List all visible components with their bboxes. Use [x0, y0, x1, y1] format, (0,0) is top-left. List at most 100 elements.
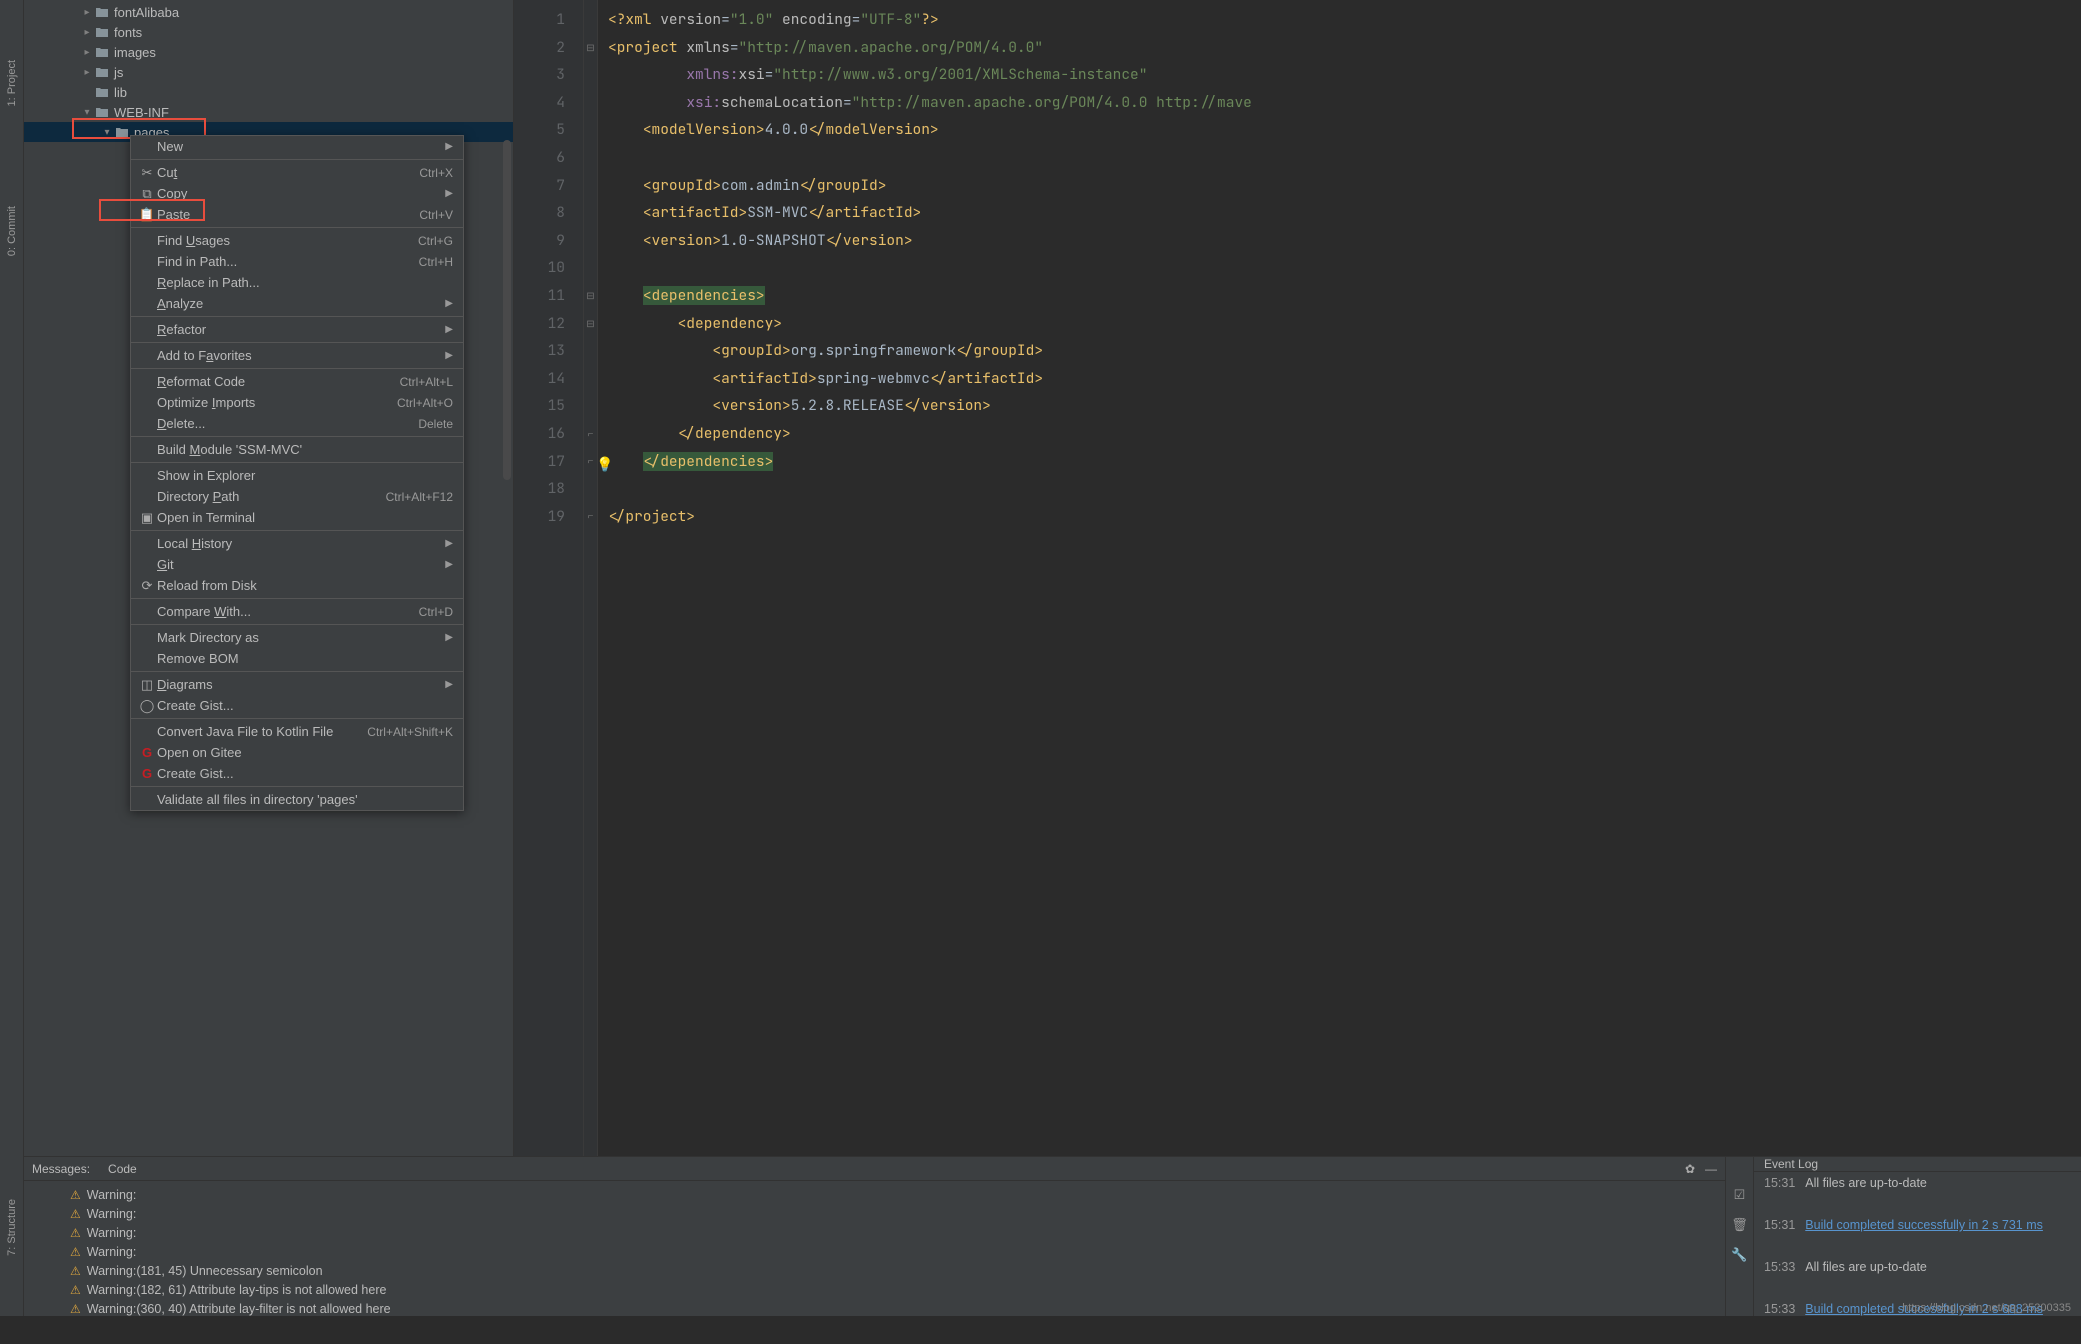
- chevron-icon[interactable]: ▸: [80, 27, 94, 38]
- warning-row[interactable]: ⚠Warning:: [24, 1204, 1725, 1223]
- code-area[interactable]: <?xml version="1.0" encoding="UTF-8"?><p…: [598, 0, 2081, 1291]
- ctx-label: Open on Gitee: [157, 745, 453, 760]
- ctx-label: Find Usages: [157, 233, 418, 248]
- ctx-cut[interactable]: ✂CutCtrl+X: [131, 162, 463, 183]
- ctx-paste[interactable]: 📋PasteCtrl+V: [131, 204, 463, 225]
- ctx-shortcut: Ctrl+G: [418, 234, 453, 248]
- ctx-label: Compare With...: [157, 604, 419, 619]
- rail-structure[interactable]: 7: Structure: [6, 1199, 18, 1256]
- warning-row[interactable]: ⚠Warning:: [24, 1223, 1725, 1242]
- warning-row[interactable]: ⚠Warning:(182, 61) Attribute lay-tips is…: [24, 1280, 1725, 1299]
- ctx-shortcut: Ctrl+Alt+F12: [386, 490, 453, 504]
- folder-icon: [94, 25, 110, 39]
- warning-icon: ⚠: [70, 1264, 81, 1278]
- ctx-open-in-terminal[interactable]: ▣Open in Terminal: [131, 507, 463, 528]
- check-icon[interactable]: ☑: [1734, 1187, 1746, 1203]
- minimize-icon[interactable]: —: [1705, 1162, 1717, 1176]
- messages-tab[interactable]: Code: [108, 1162, 137, 1176]
- tree-scrollbar[interactable]: [503, 140, 511, 480]
- ctx-find-in-path-[interactable]: Find in Path...Ctrl+H: [131, 251, 463, 272]
- tree-item-js[interactable]: ▸js: [24, 62, 513, 82]
- warning-text: Warning:: [87, 1207, 137, 1221]
- eventlog-time: 15:31: [1764, 1218, 1795, 1232]
- eventlog-link[interactable]: Build completed successfully in 2 s 731 …: [1805, 1218, 2043, 1232]
- fold-strip: ⊟⊟⊟⌐⌐⌐: [584, 0, 598, 1291]
- gear-icon[interactable]: ✿: [1685, 1162, 1695, 1176]
- warning-row[interactable]: ⚠Warning:: [24, 1185, 1725, 1204]
- ctx-build-module-ssm-mvc-[interactable]: Build Module 'SSM-MVC': [131, 439, 463, 460]
- ctx-create-gist-[interactable]: ◯Create Gist...: [131, 695, 463, 716]
- trash-icon[interactable]: 🗑: [1731, 1217, 1748, 1233]
- eventlog-text: All files are up-to-date: [1805, 1260, 1927, 1274]
- rail-commit[interactable]: 0: Commit: [6, 206, 18, 256]
- ctx-refactor[interactable]: Refactor▶: [131, 319, 463, 340]
- tree-item-fonts[interactable]: ▸ fonts: [24, 22, 513, 42]
- tree-item-fontAlibaba[interactable]: ▸ fontAlibaba: [24, 2, 513, 22]
- warning-icon: ⚠: [70, 1245, 81, 1259]
- ctx-reload-from-disk[interactable]: ⟳Reload from Disk: [131, 575, 463, 596]
- ctx-compare-with-[interactable]: Compare With...Ctrl+D: [131, 601, 463, 622]
- warning-row[interactable]: ⚠ Warning:: [24, 1242, 1725, 1261]
- paste-icon: 📋: [137, 207, 157, 223]
- ctx-optimize-imports[interactable]: Optimize ImportsCtrl+Alt+O: [131, 392, 463, 413]
- chevron-right-icon: ▶: [445, 188, 453, 199]
- ctx-label: Find in Path...: [157, 254, 419, 269]
- ctx-show-in-explorer[interactable]: Show in Explorer: [131, 465, 463, 486]
- chevron-icon[interactable]: ▸: [80, 67, 94, 78]
- ctx-convert-java-file-to-kotlin-file[interactable]: Convert Java File to Kotlin FileCtrl+Alt…: [131, 721, 463, 742]
- ctx-replace-in-path-[interactable]: Replace in Path...: [131, 272, 463, 293]
- chevron-right-icon: ▶: [445, 141, 453, 152]
- ctx-diagrams[interactable]: ◫Diagrams▶: [131, 674, 463, 695]
- line-gutter: 12345678910111213141516171819: [514, 0, 584, 1291]
- ctx-shortcut: Ctrl+H: [419, 255, 453, 269]
- folder-icon: [114, 125, 130, 139]
- warning-row[interactable]: ⚠Warning:(181, 45) Unnecessary semicolon: [24, 1261, 1725, 1280]
- ctx-local-history[interactable]: Local History▶: [131, 533, 463, 554]
- ctx-remove-bom[interactable]: Remove BOM: [131, 648, 463, 669]
- warning-row[interactable]: ⚠Warning:(360, 40) Attribute lay-filter …: [24, 1299, 1725, 1316]
- ctx-validate-all-files-in-directory-pages-[interactable]: Validate all files in directory 'pages': [131, 789, 463, 810]
- ctx-label: Paste: [157, 207, 419, 222]
- tree-label: fontAlibaba: [114, 5, 179, 20]
- warning-icon: ⚠: [70, 1302, 81, 1316]
- tool-rail: 1: Project 0: Commit 7: Structure: [0, 0, 24, 1316]
- chevron-icon[interactable]: ▸: [80, 47, 94, 58]
- ctx-mark-directory-as[interactable]: Mark Directory as▶: [131, 627, 463, 648]
- tree-item-WEB-INF[interactable]: ▾ WEB-INF: [24, 102, 513, 122]
- chevron-icon[interactable]: ▾: [80, 107, 94, 118]
- ctx-reformat-code[interactable]: Reformat CodeCtrl+Alt+L: [131, 371, 463, 392]
- tree-label: fonts: [114, 25, 142, 40]
- ctx-git[interactable]: Git▶: [131, 554, 463, 575]
- editor: 12345678910111213141516171819 ⊟⊟⊟⌐⌐⌐ <?x…: [514, 0, 2081, 1316]
- ctx-open-on-gitee[interactable]: GOpen on Gitee: [131, 742, 463, 763]
- ctx-delete-[interactable]: Delete...Delete: [131, 413, 463, 434]
- diagram-icon: ◫: [137, 677, 157, 693]
- ctx-analyze[interactable]: Analyze▶: [131, 293, 463, 314]
- tree-label: WEB-INF: [114, 105, 169, 120]
- warning-text: Warning:: [87, 1245, 137, 1259]
- ctx-directory-path[interactable]: Directory PathCtrl+Alt+F12: [131, 486, 463, 507]
- ctx-label: Create Gist...: [157, 698, 453, 713]
- tree-item-lib[interactable]: lib: [24, 82, 513, 102]
- ctx-label: Add to Favorites: [157, 348, 439, 363]
- lightbulb-icon[interactable]: 💡: [596, 452, 613, 480]
- chevron-right-icon: ▶: [445, 350, 453, 361]
- ctx-label: Git: [157, 557, 439, 572]
- ctx-copy[interactable]: ⧉Copy▶: [131, 183, 463, 204]
- wrench-icon[interactable]: 🔧: [1731, 1247, 1747, 1263]
- tree-label: lib: [114, 85, 127, 100]
- chevron-icon[interactable]: ▾: [100, 127, 114, 138]
- warning-text: Warning:(182, 61) Attribute lay-tips is …: [87, 1283, 387, 1297]
- ctx-new[interactable]: New▶: [131, 136, 463, 157]
- ctx-label: Validate all files in directory 'pages': [157, 792, 453, 807]
- chevron-right-icon: ▶: [445, 298, 453, 309]
- folder-icon: [94, 85, 110, 99]
- ctx-create-gist-[interactable]: GCreate Gist...: [131, 763, 463, 784]
- rail-project[interactable]: 1: Project: [6, 60, 18, 106]
- chevron-icon[interactable]: ▸: [80, 7, 94, 18]
- ctx-add-to-favorites[interactable]: Add to Favorites ▶: [131, 345, 463, 366]
- tree-item-images[interactable]: ▸images: [24, 42, 513, 62]
- ctx-find-usages[interactable]: Find UsagesCtrl+G: [131, 230, 463, 251]
- folder-icon: [94, 105, 110, 119]
- chevron-right-icon: ▶: [445, 632, 453, 643]
